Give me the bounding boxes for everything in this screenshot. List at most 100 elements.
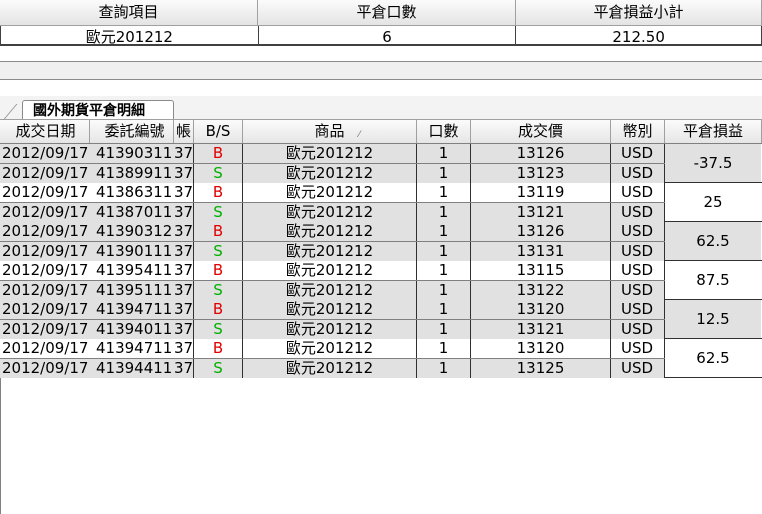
col-account[interactable]: 帳: [174, 120, 194, 143]
closed-pair: 2012/09/174139471137:B歐元201212113120USD2…: [0, 339, 762, 378]
summary-item: 歐元201212: [1, 26, 259, 44]
col-trade-date[interactable]: 成交日期: [0, 120, 90, 143]
cell-date: 2012/09/17: [2, 319, 89, 338]
table-row[interactable]: 2012/09/17 4138991137:S歐元201212113123USD: [0, 163, 665, 183]
summary-col-pnl[interactable]: 平倉損益小計: [516, 0, 762, 25]
table-row[interactable]: 2012/09/17 4139031137:B歐元201212113126USD: [0, 144, 665, 164]
summary-empty-band: [0, 61, 762, 80]
cell-product: 歐元201212: [243, 280, 417, 300]
detail-grid: 成交日期 委託編號 帳 B/S 商品 ⁄ 口數 成交價 幣別 平倉損益 2012…: [0, 119, 762, 378]
cell-order-number: 41390111: [96, 241, 173, 260]
cell-price: 13126: [471, 144, 611, 163]
cell-currency: USD: [611, 358, 665, 378]
cell-product: 歐元201212: [243, 144, 417, 163]
col-product[interactable]: 商品 ⁄: [243, 120, 417, 143]
cell-date: 2012/09/17: [2, 339, 89, 357]
cell-quantity: 1: [417, 319, 471, 339]
pair-trades: 2012/09/174139471137:B歐元201212113120USD2…: [0, 300, 665, 339]
cell-buy-sell: S: [194, 163, 243, 183]
cell-price: 13119: [471, 183, 611, 202]
cell-price: 13131: [471, 241, 611, 261]
table-row[interactable]: 2012/09/17 4139011137:S歐元201212113131USD: [0, 241, 665, 261]
cell-product: 歐元201212: [243, 183, 417, 202]
cell-date: 2012/09/17: [2, 300, 89, 318]
summary-row[interactable]: 歐元201212 6 212.50: [0, 26, 762, 46]
cell-price: 13120: [471, 339, 611, 358]
table-row[interactable]: 2012/09/17 4139031237:B歐元201212113126USD: [0, 222, 665, 242]
cell-account: 37:: [174, 319, 194, 339]
cell-product: 歐元201212: [243, 222, 417, 241]
pair-trades: 2012/09/174139031137:B歐元201212113126USD2…: [0, 144, 665, 183]
tab-closed-positions-detail[interactable]: 國外期貨平倉明細: [22, 100, 174, 120]
cell-quantity: 1: [417, 261, 471, 280]
col-currency[interactable]: 幣別: [611, 120, 665, 143]
summary-col-quantity[interactable]: 平倉口數: [258, 0, 516, 25]
cell-pnl: 87.5: [696, 271, 730, 289]
cell-order-number: 41394011: [96, 319, 173, 338]
cell-currency: USD: [611, 280, 665, 300]
summary-col-item[interactable]: 查詢項目: [0, 0, 258, 25]
cell-currency: USD: [611, 144, 665, 163]
col-pnl[interactable]: 平倉損益: [665, 120, 762, 143]
cell-buy-sell: B: [194, 183, 243, 202]
cell-currency: USD: [611, 163, 665, 183]
cell-buy-sell: B: [194, 222, 243, 241]
cell-account: 37:: [174, 183, 194, 202]
cell-buy-sell: S: [194, 202, 243, 222]
cell-price: 13126: [471, 222, 611, 241]
cell-account: 37:: [174, 300, 194, 319]
col-price[interactable]: 成交價: [471, 120, 611, 143]
cell-order-number: 41390311: [96, 144, 173, 162]
closed-pair: 2012/09/174139541137:B歐元201212113115USD2…: [0, 261, 762, 300]
cell-order-number: 41386311: [96, 183, 173, 201]
pair-trades: 2012/09/174138631137:B歐元201212113119USD2…: [0, 183, 665, 222]
cell-buy-sell: S: [194, 319, 243, 339]
cell-buy-sell: S: [194, 358, 243, 378]
col-buy-sell[interactable]: B/S: [194, 120, 243, 143]
cell-currency: USD: [611, 222, 665, 241]
table-row[interactable]: 2012/09/17 4139511137:S歐元201212113122USD: [0, 280, 665, 300]
cell-product: 歐元201212: [243, 300, 417, 319]
cell-price: 13121: [471, 202, 611, 222]
table-row[interactable]: 2012/09/17 4139401137:S歐元201212113121USD: [0, 319, 665, 339]
cell-price: 13121: [471, 319, 611, 339]
cell-buy-sell: S: [194, 280, 243, 300]
pair-trades: 2012/09/174139471137:B歐元201212113120USD2…: [0, 339, 665, 378]
cell-quantity: 1: [417, 300, 471, 319]
cell-account: 37:: [174, 339, 194, 358]
cell-account: 37:: [174, 241, 194, 261]
table-row[interactable]: 2012/09/17 4139471137:B歐元201212113120USD: [0, 300, 665, 320]
table-row[interactable]: 2012/09/17 4139441137:S歐元201212113125USD: [0, 358, 665, 378]
col-order-number[interactable]: 委託編號: [90, 120, 174, 143]
summary-pnl-subtotal: 212.50: [516, 26, 762, 44]
cell-order-number: 41394711: [96, 300, 173, 318]
cell-quantity: 1: [417, 144, 471, 163]
table-row[interactable]: 2012/09/17 4139541137:B歐元201212113115USD: [0, 261, 665, 281]
cell-currency: USD: [611, 319, 665, 339]
closed-pair: 2012/09/174139471137:B歐元201212113120USD2…: [0, 300, 762, 339]
cell-order-number: 41389911: [96, 163, 173, 182]
cell-pnl: 12.5: [665, 300, 761, 338]
table-row[interactable]: 2012/09/17 4138701137:S歐元201212113121USD: [0, 202, 665, 222]
cell-price: 13123: [471, 163, 611, 183]
cell-date: 2012/09/17: [2, 280, 89, 299]
cell-quantity: 1: [417, 163, 471, 183]
col-quantity[interactable]: 口數: [417, 120, 471, 143]
cell-date: 2012/09/17: [2, 144, 89, 162]
cell-date: 2012/09/17: [2, 163, 89, 182]
cell-price: 13122: [471, 280, 611, 300]
cell-currency: USD: [611, 202, 665, 222]
table-row[interactable]: 2012/09/17 4138631137:B歐元201212113119USD: [0, 183, 665, 203]
cell-currency: USD: [611, 261, 665, 280]
cell-currency: USD: [611, 339, 665, 358]
sort-indicator-icon: ⁄: [358, 130, 360, 140]
cell-quantity: 1: [417, 280, 471, 300]
cell-order-number: 41390312: [96, 222, 173, 240]
cell-buy-sell: S: [194, 241, 243, 261]
cell-buy-sell: B: [194, 339, 243, 358]
cell-order-number: 41387011: [96, 202, 173, 221]
cell-currency: USD: [611, 183, 665, 202]
closed-pair: 2012/09/174139031237:B歐元201212113126USD2…: [0, 222, 762, 261]
table-row[interactable]: 2012/09/17 4139471137:B歐元201212113120USD: [0, 339, 665, 359]
cell-date: 2012/09/17: [2, 358, 89, 377]
